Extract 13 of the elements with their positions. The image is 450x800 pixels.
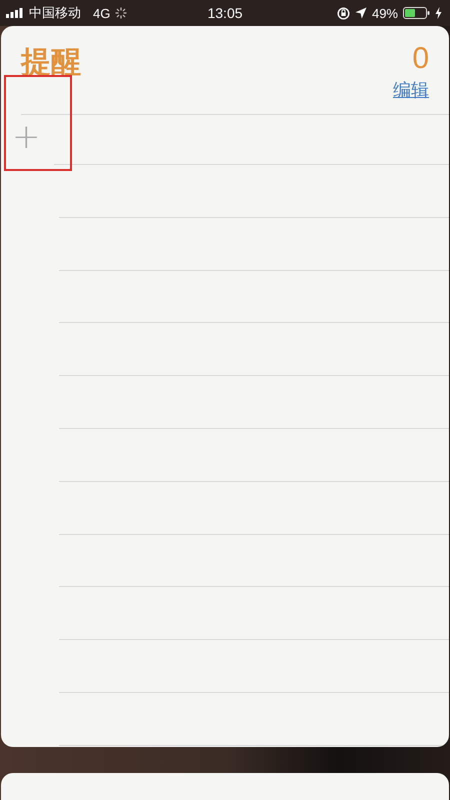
reminder-count: 0 [412, 42, 429, 76]
battery-icon [403, 7, 430, 19]
charging-bolt-icon [435, 7, 442, 19]
rotation-lock-icon [336, 6, 350, 20]
edit-link[interactable]: 编辑 [393, 78, 429, 102]
battery-percent: 49% [372, 6, 398, 20]
signal-icon [6, 8, 24, 18]
add-reminder-button[interactable]: + [12, 117, 40, 157]
activity-spinner-icon [115, 7, 128, 19]
network-type: 4G [93, 6, 110, 20]
location-arrow-icon [354, 7, 367, 19]
carrier-name: 中国移动 [29, 4, 81, 22]
clock-time: 13:05 [207, 5, 243, 21]
